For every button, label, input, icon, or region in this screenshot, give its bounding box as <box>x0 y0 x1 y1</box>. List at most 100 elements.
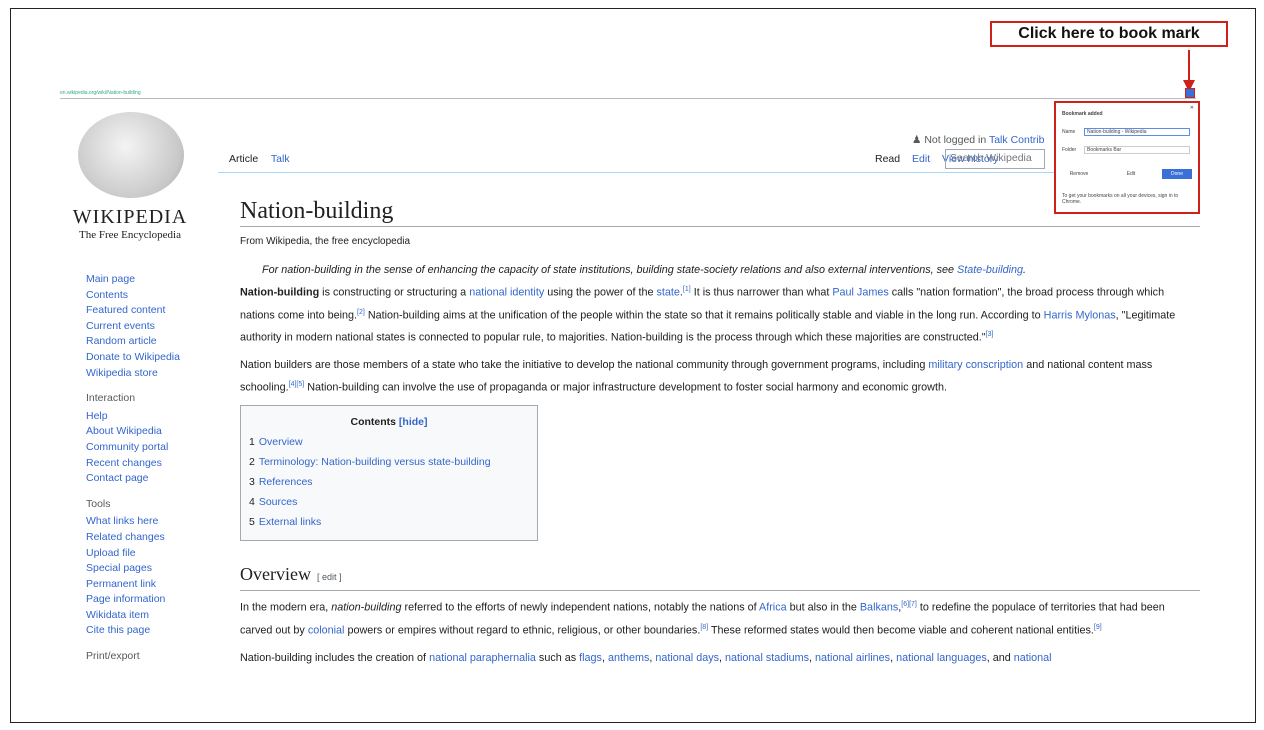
sidebar-item-contents[interactable]: Contents <box>86 288 180 304</box>
toc-link[interactable]: External links <box>259 516 321 528</box>
sidebar-item-about-wikipedia[interactable]: About Wikipedia <box>86 424 180 440</box>
toc-number: 4 <box>249 496 255 509</box>
puzzle-globe-icon <box>78 112 184 198</box>
link-national[interactable]: national <box>1014 652 1052 664</box>
tab-edit[interactable]: Edit <box>912 153 930 165</box>
logo-wordmark: WIKIPEDIA <box>72 206 188 228</box>
toc-item[interactable]: 1 Overview <box>249 432 529 452</box>
sidebar-item-upload-file[interactable]: Upload file <box>86 546 180 562</box>
toc-number: 3 <box>249 476 255 489</box>
folder-label: Folder <box>1062 147 1077 153</box>
link-harris-mylonas[interactable]: Harris Mylonas <box>1044 309 1116 321</box>
toc-hide-link[interactable]: [hide] <box>399 416 428 428</box>
popup-edit-button[interactable]: Edit <box>1116 169 1146 179</box>
search-input[interactable]: Search Wikipedia <box>945 149 1045 169</box>
toc-item[interactable]: 2 Terminology: Nation-building versus sta… <box>249 452 529 472</box>
section-heading-overview: Overview[ edit ] <box>240 564 342 585</box>
sidebar-item-current-events[interactable]: Current events <box>86 319 180 335</box>
sidebar-item-related-changes[interactable]: Related changes <box>86 530 180 546</box>
link-national-stadiums[interactable]: national stadiums <box>725 652 809 664</box>
sidebar-item-community-portal[interactable]: Community portal <box>86 440 180 456</box>
name-label: Name <box>1062 129 1076 135</box>
contributions-link[interactable]: Contrib <box>1011 134 1045 146</box>
toc-list: 1 Overview 2 Terminology: Nation-building v… <box>249 432 529 532</box>
user-talk-link[interactable]: Talk <box>989 134 1008 146</box>
sidebar-item-what-links-here[interactable]: What links here <box>86 514 180 530</box>
wikipedia-logo[interactable]: WIKIPEDIA The Free Encyclopedia <box>66 112 194 242</box>
sidebar-interaction-list: Help About Wikipedia Community portal Recen… <box>86 409 180 487</box>
toc-item[interactable]: 4 Sources <box>249 492 529 512</box>
sidebar-item-page-information[interactable]: Page information <box>86 592 180 608</box>
link-national-airlines[interactable]: national airlines <box>815 652 890 664</box>
citation[interactable]: [2] <box>357 309 365 316</box>
link-colonial[interactable]: colonial <box>308 625 345 637</box>
toc-number: 1 <box>249 436 255 449</box>
sidebar-item-recent-changes[interactable]: Recent changes <box>86 456 180 472</box>
toc-item[interactable]: 3 References <box>249 472 529 492</box>
toc-item[interactable]: 5 External links <box>249 512 529 532</box>
citation[interactable]: [9] <box>1094 624 1102 631</box>
sidebar-item-main-page[interactable]: Main page <box>86 272 180 288</box>
citation[interactable]: [3] <box>986 331 994 338</box>
table-of-contents: Contents [hide] 1 Overview 2 Terminology: N… <box>240 405 538 542</box>
bookmark-name-field[interactable]: Nation-building - Wikipedia <box>1084 128 1190 136</box>
close-icon[interactable]: ✕ <box>1190 105 1194 111</box>
link-balkans[interactable]: Balkans <box>860 602 898 614</box>
sidebar-item-featured-content[interactable]: Featured content <box>86 303 180 319</box>
citation[interactable]: [6][7] <box>901 601 917 608</box>
remove-button[interactable]: Remove <box>1064 169 1094 179</box>
logo-tagline: The Free Encyclopedia <box>78 229 181 241</box>
sidebar-item-wikidata-item[interactable]: Wikidata item <box>86 608 180 624</box>
toc-number: 5 <box>249 516 255 529</box>
hatnote-link[interactable]: State-building <box>957 264 1023 276</box>
sidebar: Main page Contents Featured content Current… <box>86 272 180 667</box>
link-anthems[interactable]: anthems <box>608 652 649 664</box>
page-title: Nation-building <box>240 198 394 224</box>
sidebar-item-permanent-link[interactable]: Permanent link <box>86 577 180 593</box>
link-paul-james[interactable]: Paul James <box>832 287 888 299</box>
namespace-tabs: Article Talk <box>229 153 300 165</box>
toc-link[interactable]: References <box>259 476 313 488</box>
overview-paragraph-1: In the modern era, nation-building refer… <box>240 601 1165 637</box>
sidebar-tools-list: What links here Related changes Upload fil… <box>86 514 180 639</box>
section-edit-link[interactable]: [ edit ] <box>317 572 342 582</box>
bookmark-star-icon[interactable] <box>1185 88 1195 98</box>
intro-paragraph-1: Nation-building is constructing or struc… <box>240 286 1176 344</box>
sidebar-item-cite-this-page[interactable]: Cite this page <box>86 623 180 639</box>
sidebar-main-list: Main page Contents Featured content Current… <box>86 272 180 381</box>
link-flags[interactable]: flags <box>579 652 602 664</box>
sidebar-item-random-article[interactable]: Random article <box>86 334 180 350</box>
sidebar-item-donate-to-wikipedia[interactable]: Donate to Wikipedia <box>86 350 180 366</box>
tab-read[interactable]: Read <box>875 153 900 165</box>
sidebar-item-contact-page[interactable]: Contact page <box>86 471 180 487</box>
arrow-down-icon <box>1183 50 1195 92</box>
sidebar-item-help[interactable]: Help <box>86 409 180 425</box>
link-military-conscription[interactable]: military conscription <box>928 359 1023 371</box>
citation[interactable]: [1] <box>683 286 691 293</box>
sidebar-heading-tools: Tools <box>86 497 111 510</box>
toc-link[interactable]: Terminology: Nation-building versus stat… <box>259 456 491 468</box>
sidebar-item-wikipedia-store[interactable]: Wikipedia store <box>86 366 180 382</box>
citation[interactable]: [4][5] <box>289 381 305 388</box>
bookmark-folder-select[interactable]: Bookmarks Bar <box>1084 146 1190 154</box>
toc-link[interactable]: Overview <box>259 436 303 448</box>
url-text[interactable]: en.wikipedia.org/wiki/Nation-building <box>60 90 141 96</box>
link-national-paraphernalia[interactable]: national paraphernalia <box>429 652 536 664</box>
tab-article[interactable]: Article <box>229 153 258 165</box>
done-button[interactable]: Done <box>1162 169 1192 179</box>
popup-title: Bookmark added <box>1062 111 1103 117</box>
sidebar-heading-print: Print/export <box>86 650 140 663</box>
not-logged-in-text: Not logged in <box>924 134 987 146</box>
tab-talk[interactable]: Talk <box>271 153 290 165</box>
link-national-languages[interactable]: national languages <box>896 652 987 664</box>
link-state[interactable]: state <box>656 287 679 299</box>
link-africa[interactable]: Africa <box>759 602 787 614</box>
link-national-identity[interactable]: national identity <box>469 287 544 299</box>
citation[interactable]: [8] <box>700 624 708 631</box>
link-national-days[interactable]: national days <box>655 652 719 664</box>
sidebar-item-special-pages[interactable]: Special pages <box>86 561 180 577</box>
sidebar-heading-interaction: Interaction <box>86 392 136 405</box>
browser-address-bar[interactable]: en.wikipedia.org/wiki/Nation-building <box>60 90 1196 99</box>
toc-link[interactable]: Sources <box>259 496 298 508</box>
article-content: Nation-building From Wikipedia, the free… <box>240 196 1200 676</box>
